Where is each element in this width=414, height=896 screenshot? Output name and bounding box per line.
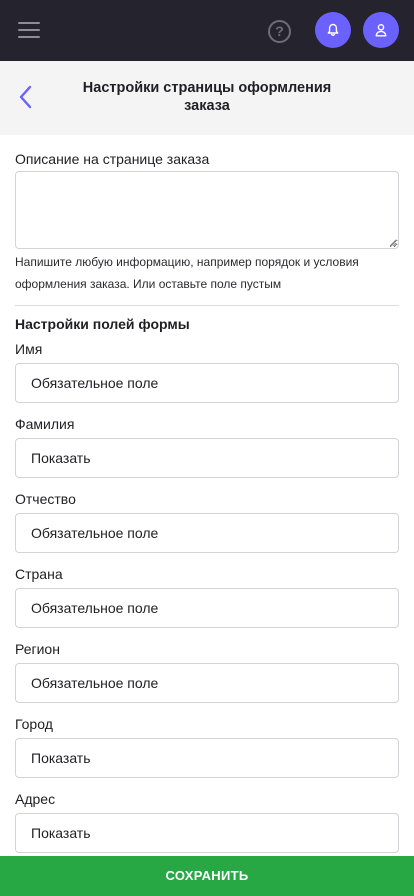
field-label: Имя <box>15 341 43 357</box>
field-label: Адрес <box>15 791 56 807</box>
field-select-last-name[interactable]: Показать <box>15 438 399 478</box>
field-select-first-name[interactable]: Обязательное поле <box>15 363 399 403</box>
field-label: Город <box>15 716 53 732</box>
field-region: Регион Обязательное поле <box>15 639 399 703</box>
profile-button[interactable] <box>363 12 399 48</box>
divider <box>15 305 399 306</box>
top-bar: ? <box>0 0 414 61</box>
field-select-address[interactable]: Показать <box>15 813 399 853</box>
description-hint: Напишите любую информацию, например поря… <box>15 255 359 291</box>
chevron-left-icon[interactable] <box>15 84 39 110</box>
resize-handle-icon[interactable] <box>389 239 397 247</box>
field-select-city[interactable]: Показать <box>15 738 399 778</box>
app: ? Настройки страницы оформления заказа О… <box>0 0 414 896</box>
field-first-name: Имя Обязательное поле <box>15 339 399 403</box>
description-textarea[interactable] <box>15 171 399 249</box>
question-circle-icon[interactable]: ? <box>268 20 291 43</box>
notifications-button[interactable] <box>315 12 351 48</box>
field-last-name: Фамилия Показать <box>15 414 399 478</box>
save-button[interactable]: СОХРАНИТЬ <box>0 856 414 896</box>
field-patronymic: Отчество Обязательное поле <box>15 489 399 553</box>
field-label: Отчество <box>15 491 76 507</box>
field-select-region[interactable]: Обязательное поле <box>15 663 399 703</box>
user-icon <box>375 24 387 37</box>
field-city: Город Показать <box>15 714 399 778</box>
field-select-patronymic[interactable]: Обязательное поле <box>15 513 399 553</box>
field-label: Страна <box>15 566 63 582</box>
page-title: Настройки страницы оформления заказа <box>82 80 332 114</box>
form-settings-title: Настройки полей формы <box>15 316 190 332</box>
page-header: Настройки страницы оформления заказа <box>0 61 414 135</box>
bell-icon <box>327 23 339 36</box>
field-country: Страна Обязательное поле <box>15 564 399 628</box>
field-select-country[interactable]: Обязательное поле <box>15 588 399 628</box>
hamburger-icon[interactable] <box>18 20 40 40</box>
field-label: Регион <box>15 641 60 657</box>
field-label: Фамилия <box>15 416 75 432</box>
description-label: Описание на странице заказа <box>15 151 210 167</box>
field-address: Адрес Показать <box>15 789 399 853</box>
